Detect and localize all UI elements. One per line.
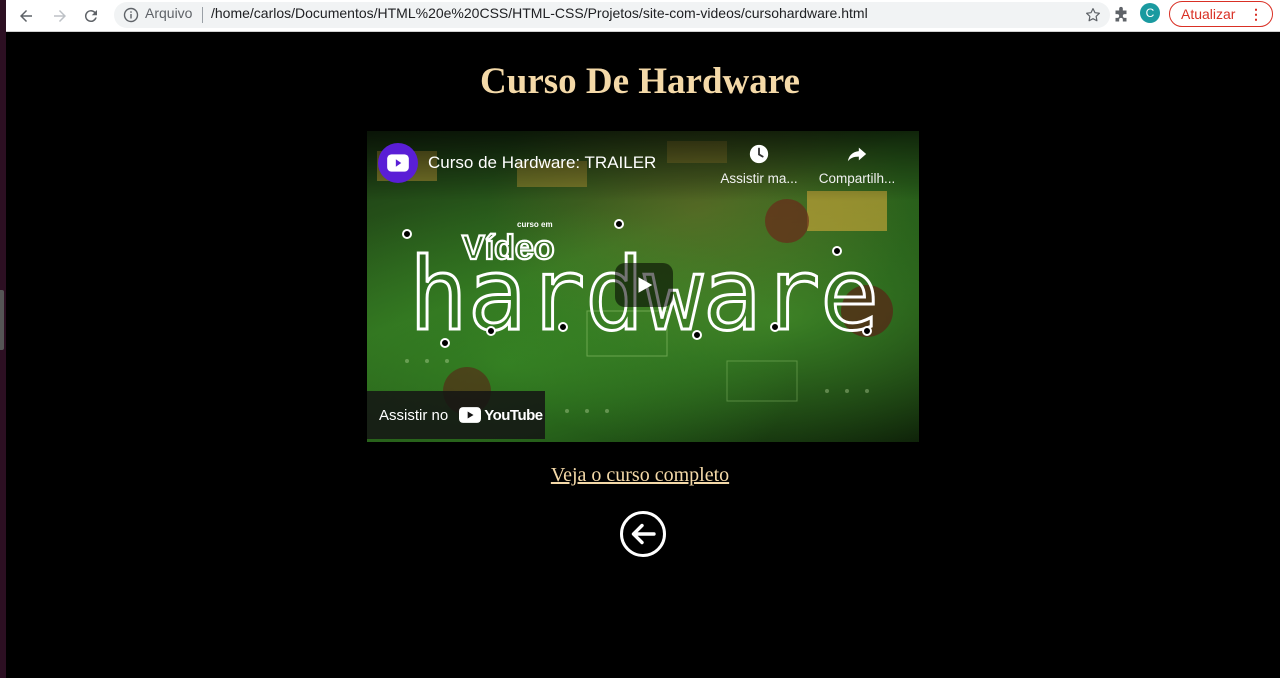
address-bar[interactable]: Arquivo /home/carlos/Documentos/HTML%20e… [114,2,1110,28]
circle-arrow-left-icon[interactable] [619,510,667,558]
channel-logo-icon [387,154,409,172]
play-button[interactable] [615,263,673,307]
browser-toolbar: Arquivo /home/carlos/Documentos/HTML%20e… [6,0,1280,32]
back-arrow-icon[interactable] [14,4,38,28]
video-embed[interactable]: Vídeo curso em hardware Curso de Hardwar… [367,131,919,442]
youtube-logo: YouTube [459,406,543,424]
scheme-label: Arquivo [145,5,193,21]
url-text[interactable]: /home/carlos/Documentos/HTML%20e%20CSS/H… [211,5,868,21]
watch-later-label: Assistir ma... [720,171,798,186]
share-icon [847,147,867,162]
watch-on-youtube-button[interactable]: Assistir no YouTube [367,391,545,439]
star-icon[interactable] [1084,6,1102,24]
full-course-link[interactable]: Veja o curso completo [551,464,729,486]
channel-avatar[interactable] [378,143,418,183]
forward-arrow-icon[interactable] [48,4,72,28]
kebab-menu-icon[interactable]: ⋮ [1249,2,1263,26]
url-separator [202,7,203,23]
page-title: Curso De Hardware [480,61,800,102]
video-title[interactable]: Curso de Hardware: TRAILER [428,153,656,173]
update-label: Atualizar [1181,6,1236,22]
course-link-row: Veja o curso completo [0,464,1280,487]
share-button[interactable]: Compartilh... [812,143,902,186]
puzzle-icon[interactable] [1110,5,1132,27]
update-button[interactable]: Atualizar ⋮ [1169,1,1273,27]
clock-icon [749,144,769,164]
watch-later-button[interactable]: Assistir ma... [714,143,804,186]
youtube-icon [459,407,482,423]
profile-avatar[interactable]: C [1140,3,1160,23]
watch-on-label: Assistir no [379,406,449,424]
youtube-wordmark: YouTube [484,406,543,424]
thumbnail-text-tag: curso em [517,220,553,229]
share-label: Compartilh... [818,171,896,186]
play-icon [638,277,653,293]
info-icon[interactable] [123,7,139,23]
reload-icon[interactable] [79,4,103,28]
window-resize-handle[interactable] [0,290,4,350]
